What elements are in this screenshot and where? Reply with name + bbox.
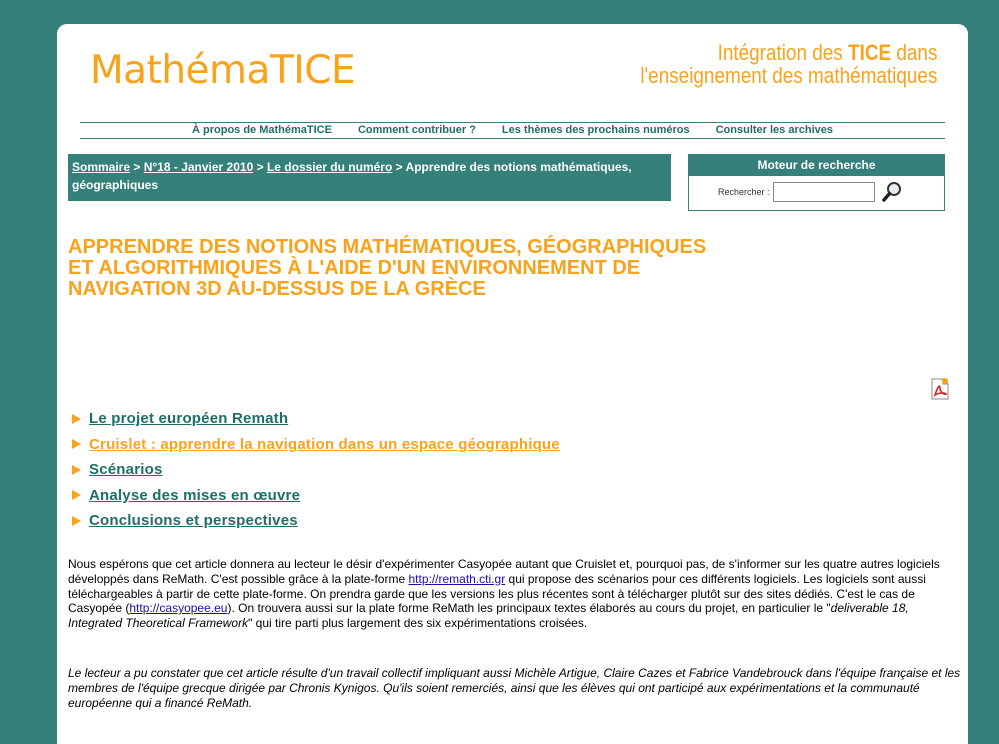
article-title: APPRENDRE DES NOTIONS MATHÉMATIQUES, GÉO… <box>68 236 707 300</box>
pdf-icon[interactable] <box>930 378 950 400</box>
nav-about[interactable]: À propos de MathémaTICE <box>179 123 345 138</box>
nav-contribute[interactable]: Comment contribuer ? <box>345 123 489 138</box>
toc-link-analyse[interactable]: Analyse des mises en œuvre <box>89 487 300 504</box>
table-of-contents: Le projet européen Remath Cruislet : app… <box>72 406 560 534</box>
toc-link-conclusions[interactable]: Conclusions et perspectives <box>89 512 298 529</box>
site-logo[interactable]: MathémaTICE <box>90 48 356 93</box>
triangle-bullet-icon <box>72 490 81 501</box>
triangle-bullet-icon <box>72 439 81 450</box>
site-tagline: Intégration des TICE dans l'enseignement… <box>640 41 937 87</box>
triangle-bullet-icon <box>72 515 81 526</box>
breadcrumb: Sommaire > N°18 - Janvier 2010 > Le doss… <box>68 154 671 201</box>
tagline-part: dans <box>890 40 937 65</box>
nav-themes[interactable]: Les thèmes des prochains numéros <box>489 123 703 138</box>
breadcrumb-issue[interactable]: N°18 - Janvier 2010 <box>144 160 254 174</box>
link-casyopee[interactable]: http://casyopee.eu <box>129 601 227 615</box>
search-label: Rechercher : <box>718 187 770 197</box>
toc-item: Cruislet : apprendre la navigation dans … <box>72 432 560 458</box>
page: MathémaTICE Intégration des TICE dans l'… <box>57 24 968 744</box>
toc-link-scenarios[interactable]: Scénarios <box>89 461 163 478</box>
breadcrumb-separator: > <box>130 160 144 174</box>
tagline-tice: TICE <box>847 40 891 65</box>
toc-item: Scénarios <box>72 457 560 483</box>
breadcrumb-section[interactable]: Le dossier du numéro <box>267 160 392 174</box>
triangle-bullet-icon <box>72 413 81 424</box>
breadcrumb-separator: > <box>253 160 267 174</box>
search-box: Moteur de recherche Rechercher : <box>688 154 945 211</box>
toc-item: Le projet européen Remath <box>72 406 560 432</box>
top-navigation: À propos de MathémaTICE Comment contribu… <box>80 122 945 139</box>
magnifier-icon[interactable] <box>881 181 903 203</box>
paragraph-text: ). On trouvera aussi sur la plate forme … <box>227 601 831 616</box>
search-title: Moteur de recherche <box>689 155 944 176</box>
search-input[interactable] <box>772 182 875 202</box>
toc-link-remath[interactable]: Le projet européen Remath <box>89 410 288 427</box>
nav-archives[interactable]: Consulter les archives <box>703 123 846 138</box>
acknowledgements-paragraph: Le lecteur a pu constater que cet articl… <box>68 666 961 710</box>
article-paragraph: Nous espérons que cet article donnera au… <box>68 557 961 631</box>
toc-link-cruislet[interactable]: Cruislet : apprendre la navigation dans … <box>89 436 560 453</box>
triangle-bullet-icon <box>72 464 81 475</box>
link-remath[interactable]: http://remath.cti.gr <box>408 572 505 586</box>
tagline-line2: l'enseignement des mathématiques <box>639 63 937 88</box>
breadcrumb-home[interactable]: Sommaire <box>72 160 130 174</box>
paragraph-text: " qui tire parti plus largement des six … <box>248 616 588 631</box>
toc-item: Analyse des mises en œuvre <box>72 483 560 509</box>
toc-item: Conclusions et perspectives <box>72 508 560 534</box>
tagline-part: Intégration des <box>717 40 848 65</box>
